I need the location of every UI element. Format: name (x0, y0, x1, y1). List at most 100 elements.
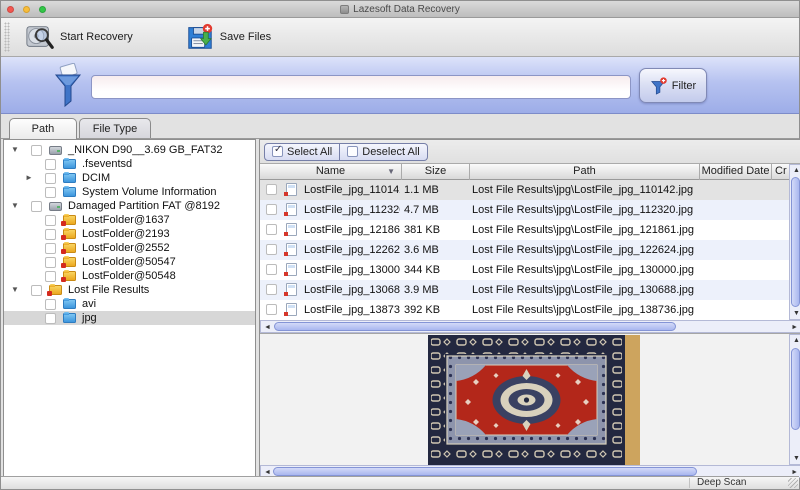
preview-scroll-left-icon[interactable]: ◄ (264, 469, 271, 476)
table-row[interactable]: LostFile_jpg_112320.... 4.7 MB Lost File… (260, 200, 789, 220)
status-bar: Deep Scan (1, 476, 799, 489)
tree-item[interactable]: LostFolder@2552 (4, 241, 255, 255)
tree-item-checkbox[interactable] (31, 201, 42, 212)
table-row[interactable]: LostFile_jpg_138736.... 392 KB Lost File… (260, 300, 789, 320)
column-header-size[interactable]: Size (402, 164, 470, 180)
preview-hscroll-thumb[interactable] (273, 467, 697, 476)
view-tabs: Path File Type (1, 114, 799, 139)
tree-item[interactable]: LostFolder@50548 (4, 269, 255, 283)
save-files-button[interactable]: Save Files (179, 20, 277, 54)
tree-item-label: LostFolder@50548 (82, 270, 176, 282)
row-checkbox[interactable] (266, 184, 277, 195)
cell-name: LostFile_jpg_121861.... (304, 220, 400, 240)
filter-button-icon (650, 77, 668, 95)
preview-image-carpet (428, 335, 640, 465)
window-title: Lazesoft Data Recovery (353, 4, 460, 15)
table-row[interactable]: LostFile_jpg_130688.... 3.9 MB Lost File… (260, 280, 789, 300)
tree-item[interactable]: LostFolder@1637 (4, 213, 255, 227)
tree-item[interactable]: jpg (4, 311, 255, 325)
tree-item[interactable]: DCIM (4, 171, 255, 185)
preview-scroll-up-icon[interactable]: ▲ (793, 337, 800, 344)
cell-size: 3.6 MB (404, 240, 468, 260)
expander-icon[interactable] (11, 143, 23, 157)
row-checkbox[interactable] (266, 284, 277, 295)
tree-item-checkbox[interactable] (45, 257, 56, 268)
tree-item-checkbox[interactable] (45, 229, 56, 240)
row-checkbox[interactable] (266, 304, 277, 315)
app-icon (340, 5, 349, 14)
table-row[interactable]: LostFile_jpg_130000.... 344 KB Lost File… (260, 260, 789, 280)
tree-item-checkbox[interactable] (45, 313, 56, 324)
tree-item[interactable]: LostFolder@2193 (4, 227, 255, 241)
lost-folder-icon (63, 271, 76, 281)
tree-item[interactable]: _NIKON D90__3.69 GB_FAT32 (4, 143, 255, 157)
tab-path[interactable]: Path (9, 118, 77, 139)
tree-item-checkbox[interactable] (45, 299, 56, 310)
main-toolbar: Start Recovery Save Files (1, 18, 799, 57)
folder-icon (63, 313, 76, 323)
title-bar[interactable]: Lazesoft Data Recovery (1, 1, 799, 18)
column-header-modified-date[interactable]: Modified Date (700, 164, 772, 180)
preview-scroll-down-icon[interactable]: ▼ (793, 455, 800, 462)
table-hscroll-thumb[interactable] (274, 322, 676, 331)
tab-file-type[interactable]: File Type (79, 118, 151, 139)
table-row[interactable]: LostFile_jpg_110142.... 1.1 MB Lost File… (260, 180, 789, 200)
tree-item-checkbox[interactable] (45, 159, 56, 170)
cell-path: Lost File Results\jpg\LostFile_jpg_13068… (472, 280, 782, 300)
tree-item[interactable]: LostFolder@50547 (4, 255, 255, 269)
row-checkbox[interactable] (266, 224, 277, 235)
folder-tree: _NIKON D90__3.69 GB_FAT32 .fseventsd DCI… (4, 140, 255, 325)
tree-item[interactable]: .fseventsd (4, 157, 255, 171)
start-recovery-button[interactable]: Start Recovery (19, 20, 139, 54)
cell-path: Lost File Results\jpg\LostFile_jpg_12186… (472, 220, 782, 240)
table-vscroll-thumb[interactable] (791, 177, 800, 307)
tree-item[interactable]: Damaged Partition FAT @8192 (4, 199, 255, 213)
save-files-icon (185, 22, 215, 52)
tree-item-checkbox[interactable] (45, 173, 56, 184)
scroll-right-icon[interactable]: ► (791, 324, 798, 331)
select-all-button[interactable]: Select All (264, 143, 340, 161)
scroll-up-icon[interactable]: ▲ (793, 167, 800, 174)
expander-icon[interactable] (25, 171, 37, 185)
cell-size: 344 KB (404, 260, 468, 280)
resize-grip-icon[interactable] (788, 478, 798, 488)
cell-path: Lost File Results\jpg\LostFile_jpg_13000… (472, 260, 782, 280)
expander-icon[interactable] (11, 199, 23, 213)
scroll-down-icon[interactable]: ▼ (793, 310, 800, 317)
preview-scroll-right-icon[interactable]: ► (791, 469, 798, 476)
table-row[interactable]: LostFile_jpg_122624.... 3.6 MB Lost File… (260, 240, 789, 260)
tree-item-label: Damaged Partition FAT @8192 (68, 200, 220, 212)
table-horizontal-scrollbar[interactable]: ◄ ► (260, 320, 800, 333)
tree-item[interactable]: System Volume Information (4, 185, 255, 199)
table-row[interactable]: LostFile_jpg_121861.... 381 KB Lost File… (260, 220, 789, 240)
row-checkbox[interactable] (266, 264, 277, 275)
lost-file-icon (286, 263, 297, 276)
scroll-left-icon[interactable]: ◄ (264, 324, 271, 331)
tree-item[interactable]: avi (4, 297, 255, 311)
preview-vscroll-thumb[interactable] (791, 348, 800, 430)
cell-size: 381 KB (404, 220, 468, 240)
tree-item[interactable]: Lost File Results (4, 283, 255, 297)
row-checkbox[interactable] (266, 244, 277, 255)
deselect-all-button[interactable]: Deselect All (340, 143, 427, 161)
lost-folder-icon (63, 243, 76, 253)
tree-item-checkbox[interactable] (45, 271, 56, 282)
tree-item-checkbox[interactable] (45, 215, 56, 226)
column-header-path[interactable]: Path (470, 164, 700, 180)
tree-item-checkbox[interactable] (31, 145, 42, 156)
expander-icon[interactable] (11, 283, 23, 297)
folder-icon (63, 173, 76, 183)
lost-file-icon (286, 203, 297, 216)
column-header-name[interactable]: Name ▼ (260, 164, 402, 180)
tree-item-checkbox[interactable] (31, 285, 42, 296)
column-header-created[interactable]: Cr (772, 164, 789, 180)
filter-input[interactable] (91, 75, 631, 99)
tree-item-checkbox[interactable] (45, 187, 56, 198)
preview-vertical-scrollbar[interactable]: ▲ ▼ (789, 334, 800, 465)
row-checkbox[interactable] (266, 204, 277, 215)
lost-folder-icon (49, 285, 62, 295)
cell-name: LostFile_jpg_122624.... (304, 240, 400, 260)
filter-button[interactable]: Filter (639, 68, 707, 103)
table-vertical-scrollbar[interactable]: ▲ ▼ (789, 164, 800, 320)
tree-item-checkbox[interactable] (45, 243, 56, 254)
